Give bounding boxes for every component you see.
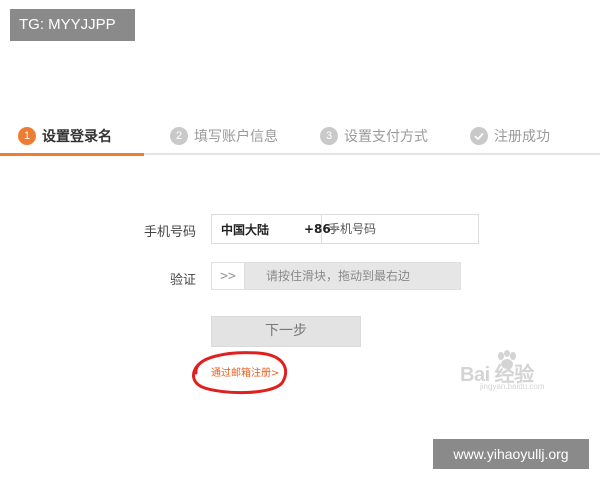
region-code: +86 bbox=[304, 222, 331, 236]
country-region-select[interactable]: 中国大陆 +86 bbox=[212, 215, 340, 243]
double-chevron-right-icon: >> bbox=[220, 268, 236, 284]
phone-label: 手机号码 bbox=[143, 225, 196, 240]
phone-number-input[interactable] bbox=[322, 215, 478, 243]
step-label: 注册成功 bbox=[494, 129, 550, 145]
slide-verification: >> 请按住滑块，拖动到最右边 bbox=[211, 262, 461, 290]
check-circle-icon bbox=[470, 127, 488, 145]
verify-label: 验证 bbox=[169, 273, 196, 288]
step-number: 1 bbox=[18, 127, 36, 145]
active-step-underline bbox=[0, 153, 144, 156]
slider-instruction: 请按住滑块，拖动到最右边 bbox=[266, 269, 411, 283]
step-4-register-success: 注册成功 bbox=[470, 117, 550, 155]
step-label: 设置登录名 bbox=[42, 129, 112, 145]
step-1-set-login-name: 1 设置登录名 bbox=[18, 117, 112, 155]
registration-steps: 1 设置登录名 2 填写账户信息 3 设置支付方式 注册成功 bbox=[0, 117, 600, 156]
step-3-payment-method: 3 设置支付方式 bbox=[320, 117, 428, 155]
region-name: 中国大陆 bbox=[221, 222, 270, 237]
baidu-watermark-subtext: jingyan.baidu.com bbox=[480, 382, 545, 391]
tg-label: TG: MYYJJPP bbox=[10, 9, 135, 41]
step-label: 填写账户信息 bbox=[194, 129, 278, 145]
step-label: 设置支付方式 bbox=[344, 129, 428, 145]
register-by-email-link[interactable]: 通过邮箱注册> bbox=[211, 364, 279, 379]
phone-field-group: 中国大陆 +86 bbox=[211, 214, 479, 244]
slider-handle[interactable]: >> bbox=[212, 263, 245, 289]
chevron-down-icon bbox=[330, 226, 340, 232]
site-url-watermark: www.yihaoyullj.org bbox=[433, 439, 589, 469]
baidu-jingyan-watermark: Bai 经验 jingyan.baidu.com bbox=[458, 350, 578, 394]
step-2-account-info: 2 填写账户信息 bbox=[170, 117, 278, 155]
next-step-button[interactable]: 下一步 bbox=[211, 316, 361, 347]
step-number: 3 bbox=[320, 127, 338, 145]
step-number: 2 bbox=[170, 127, 188, 145]
